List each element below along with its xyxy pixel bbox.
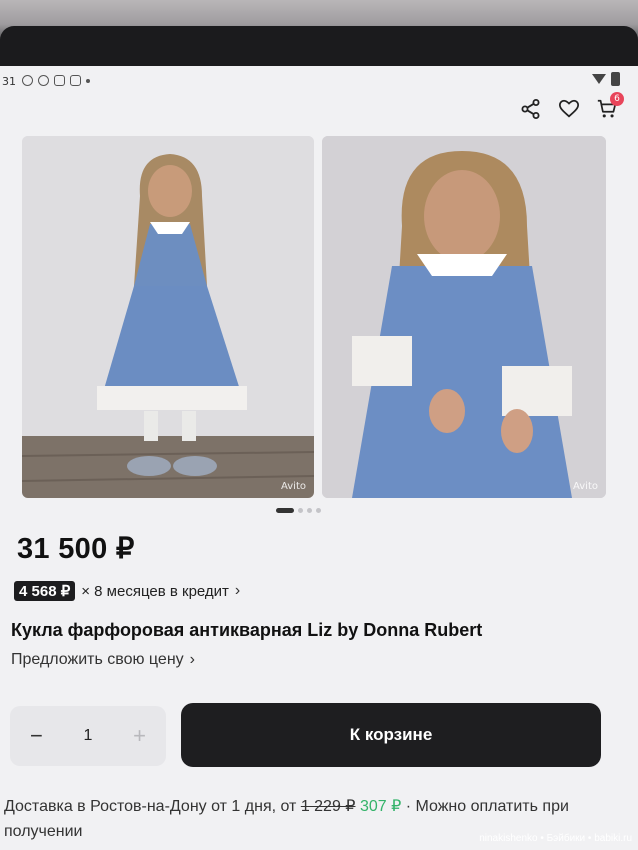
- sync-icon: [22, 75, 33, 86]
- app-bar-actions: 6: [520, 92, 624, 120]
- status-bar: 31: [0, 66, 638, 96]
- product-price: 31 500 ₽: [17, 533, 135, 565]
- credit-offer[interactable]: 4 568 ₽ × 8 месяцев в кредит ›: [14, 581, 240, 601]
- offer-price-link[interactable]: Предложить свою цену ›: [11, 651, 195, 669]
- chevron-right-icon: ›: [234, 582, 241, 599]
- cart-icon[interactable]: 6: [596, 92, 624, 120]
- delivery-prefix: Доставка в Ростов-на-Дону от 1 дня, от: [4, 798, 301, 815]
- quantity-value: 1: [83, 727, 93, 744]
- increase-button[interactable]: +: [133, 723, 146, 749]
- cart-count-badge: 6: [610, 92, 624, 106]
- gallery-photo-1[interactable]: Avito: [22, 136, 314, 498]
- delivery-new-price: 307 ₽: [359, 798, 402, 815]
- location-icon: [38, 75, 49, 86]
- share-icon[interactable]: [520, 98, 542, 120]
- message-icon: [54, 75, 65, 86]
- delivery-old-price: 1 229 ₽: [300, 798, 356, 815]
- photo-credit: ninakishenko • Бэйбики • babiki.ru: [479, 833, 632, 844]
- gallery-page-indicator: [276, 508, 321, 513]
- status-time: 31: [2, 75, 16, 88]
- dot-icon: [86, 79, 90, 83]
- battery-icon: [611, 72, 620, 86]
- doll-photo-closeup: [322, 136, 606, 498]
- decrease-button[interactable]: −: [30, 723, 43, 749]
- credit-terms: × 8 месяцев в кредит: [81, 582, 229, 600]
- status-right: [592, 72, 620, 86]
- page-dot: [316, 508, 321, 513]
- product-title: Кукла фарфоровая антикварная Liz by Donn…: [11, 620, 483, 640]
- heart-icon[interactable]: [558, 98, 580, 120]
- add-to-cart-button[interactable]: К корзине: [181, 703, 601, 767]
- page-dot-active: [276, 508, 294, 513]
- mail-icon: [70, 75, 81, 86]
- doll-photo-full: [22, 136, 314, 498]
- app-screen: 31 6 Avito Avito 31 500 ₽ 4 568 ₽ × 8 ме…: [0, 66, 638, 850]
- wifi-icon: [592, 74, 606, 84]
- credit-amount-badge: 4 568 ₽: [14, 581, 76, 601]
- offer-price-label: Предложить свою цену: [11, 651, 184, 668]
- page-dot: [307, 508, 312, 513]
- avito-watermark: Avito: [573, 481, 598, 492]
- gallery-photo-2[interactable]: Avito: [322, 136, 606, 498]
- page-dot: [298, 508, 303, 513]
- chevron-right-icon: ›: [189, 651, 195, 668]
- quantity-stepper: − 1 +: [10, 706, 166, 766]
- avito-watermark: Avito: [281, 481, 306, 492]
- photo-gallery[interactable]: Avito Avito: [22, 136, 638, 501]
- status-icons: [22, 75, 90, 86]
